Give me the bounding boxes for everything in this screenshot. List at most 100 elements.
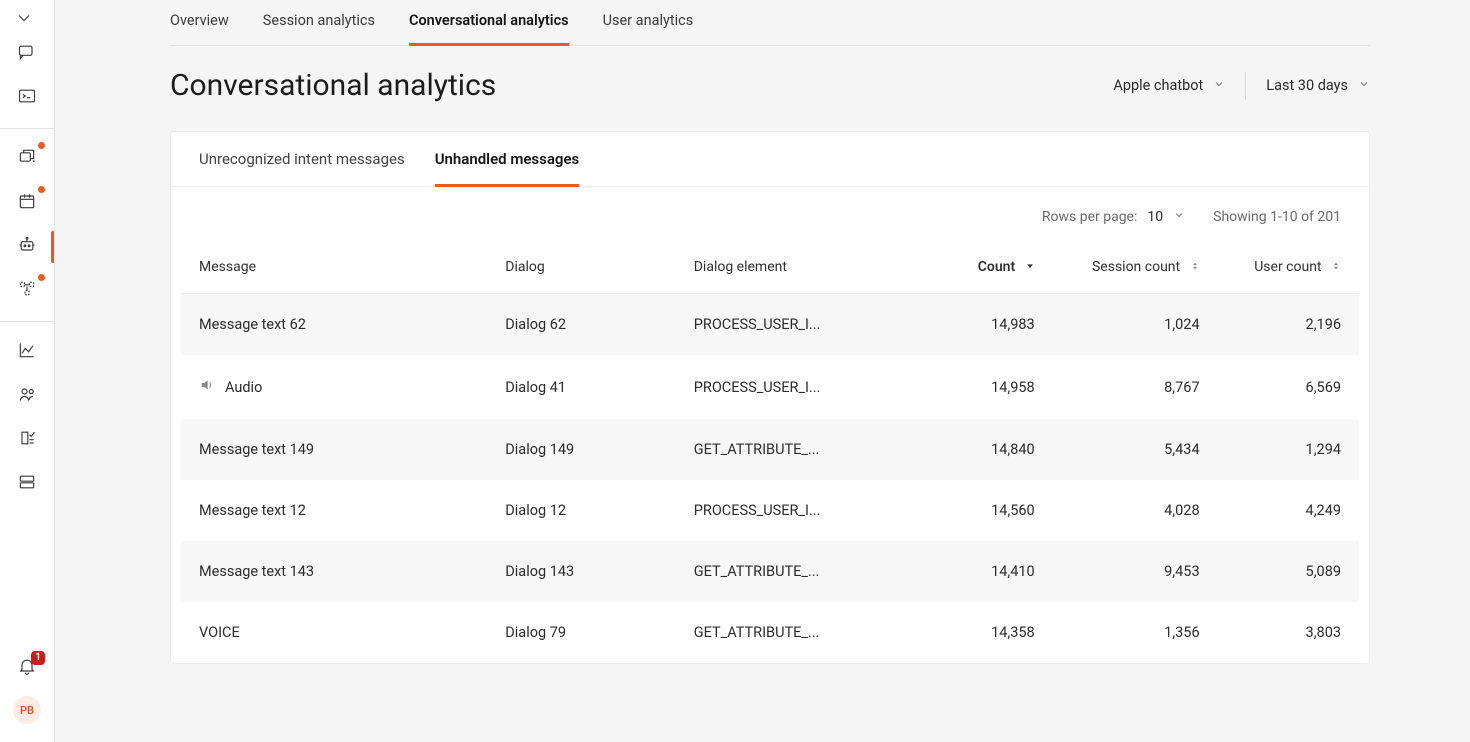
robot-icon — [17, 235, 37, 259]
chevron-down-icon — [1213, 77, 1225, 94]
table-row[interactable]: Message text 143Dialog 143GET_ATTRIBUTE_… — [181, 541, 1359, 602]
col-header-count[interactable]: Count — [911, 241, 1052, 294]
rail-item-team[interactable] — [0, 374, 54, 418]
tab-unrecognized-intent[interactable]: Unrecognized intent messages — [199, 150, 405, 187]
table-row[interactable]: AudioDialog 41PROCESS_USER_I...14,9588,7… — [181, 355, 1359, 419]
avatar-initials: PB — [20, 704, 34, 717]
tab-unhandled-messages[interactable]: Unhandled messages — [435, 150, 580, 187]
tab-user-analytics[interactable]: User analytics — [603, 0, 694, 46]
cell-user-count: 1,294 — [1218, 419, 1359, 480]
cell-dialog-element: GET_ATTRIBUTE_... — [676, 541, 912, 602]
layers-icon — [17, 147, 37, 171]
col-header-count-label: Count — [978, 259, 1015, 275]
table-row[interactable]: Message text 12 Dialog 12PROCESS_USER_I..… — [181, 480, 1359, 541]
sort-desc-icon — [1025, 259, 1035, 275]
nodes-icon — [17, 279, 37, 303]
top-tabs: Overview Session analytics Conversationa… — [170, 0, 1370, 46]
rail-item-bots[interactable] — [0, 225, 54, 269]
date-range-dropdown-label: Last 30 days — [1266, 77, 1348, 94]
audio-icon — [199, 377, 215, 397]
terminal-icon — [17, 86, 37, 110]
cell-message: VOICE — [199, 624, 240, 641]
cell-count: 14,560 — [911, 480, 1052, 541]
rows-per-page-selector[interactable]: Rows per page: 10 — [1042, 209, 1185, 225]
divider-vertical — [1245, 72, 1246, 100]
col-header-message: Message — [181, 241, 487, 294]
sort-both-icon — [1331, 259, 1341, 275]
rail-item-calendar[interactable] — [0, 181, 54, 225]
analytics-card: Unrecognized intent messages Unhandled m… — [170, 131, 1370, 664]
cell-session-count: 4,028 — [1053, 480, 1218, 541]
col-header-dialog: Dialog — [487, 241, 675, 294]
cell-session-count: 5,434 — [1053, 419, 1218, 480]
col-header-dialog-element: Dialog element — [676, 241, 912, 294]
chevron-down-icon — [14, 8, 34, 32]
people-icon — [17, 384, 37, 408]
checklist-icon — [17, 428, 37, 452]
notifications-count: 1 — [31, 651, 45, 665]
update-badge-icon — [38, 142, 45, 149]
tab-session-analytics[interactable]: Session analytics — [263, 0, 375, 46]
cell-count: 14,983 — [911, 294, 1052, 356]
cell-dialog: Dialog 149 — [487, 419, 675, 480]
col-header-session-count[interactable]: Session count — [1053, 241, 1218, 294]
cell-dialog-element: GET_ATTRIBUTE_... — [676, 419, 912, 480]
cell-dialog: Dialog 12 — [487, 480, 675, 541]
table-row[interactable]: VOICEDialog 79GET_ATTRIBUTE_...14,3581,3… — [181, 602, 1359, 663]
chat-icon — [17, 42, 37, 66]
database-icon — [17, 472, 37, 496]
table-row[interactable]: Message text 149Dialog 149GET_ATTRIBUTE_… — [181, 419, 1359, 480]
update-badge-icon — [38, 274, 45, 281]
sort-both-icon — [1190, 259, 1200, 275]
rail-item-flows[interactable] — [0, 137, 54, 181]
project-dropdown[interactable]: Apple chatbot — [1113, 77, 1225, 94]
rail-item-expand[interactable] — [0, 8, 54, 32]
sidebar-rail: 1 PB — [0, 0, 55, 742]
cell-dialog-element: GET_ATTRIBUTE_... — [676, 602, 912, 663]
card-tabs: Unrecognized intent messages Unhandled m… — [171, 132, 1369, 187]
rail-item-transcripts[interactable] — [0, 76, 54, 120]
calendar-icon — [17, 191, 37, 215]
cell-dialog: Dialog 41 — [487, 355, 675, 419]
cell-count: 14,840 — [911, 419, 1052, 480]
cell-message: Message text 62 — [199, 316, 306, 333]
chart-line-icon — [17, 340, 37, 364]
rail-item-messages[interactable] — [0, 32, 54, 76]
project-dropdown-label: Apple chatbot — [1113, 77, 1203, 94]
chevron-down-icon — [1173, 209, 1185, 225]
messages-table: Message Dialog Dialog element Count Sess… — [181, 241, 1359, 663]
notifications-button[interactable]: 1 — [17, 656, 37, 680]
cell-user-count: 5,089 — [1218, 541, 1359, 602]
cell-user-count: 6,569 — [1218, 355, 1359, 419]
page-title: Conversational analytics — [170, 68, 496, 103]
rail-item-analytics[interactable] — [0, 330, 54, 374]
pagination-showing-text: Showing 1-10 of 201 — [1213, 209, 1341, 225]
avatar[interactable]: PB — [13, 696, 41, 724]
cell-session-count: 9,453 — [1053, 541, 1218, 602]
col-header-user-count[interactable]: User count — [1218, 241, 1359, 294]
tab-conversational-analytics[interactable]: Conversational analytics — [409, 0, 569, 46]
tab-overview[interactable]: Overview — [170, 0, 229, 46]
cell-user-count: 3,803 — [1218, 602, 1359, 663]
cell-dialog-element: PROCESS_USER_I... — [676, 294, 912, 356]
rail-item-automations[interactable] — [0, 269, 54, 313]
update-badge-icon — [38, 186, 45, 193]
rail-item-tasks[interactable] — [0, 418, 54, 462]
cell-session-count: 1,356 — [1053, 602, 1218, 663]
cell-count: 14,958 — [911, 355, 1052, 419]
cell-dialog: Dialog 79 — [487, 602, 675, 663]
cell-dialog: Dialog 62 — [487, 294, 675, 356]
rail-divider — [0, 321, 54, 322]
rows-per-page-value: 10 — [1147, 209, 1163, 225]
chevron-down-icon — [1358, 77, 1370, 94]
cell-dialog-element: PROCESS_USER_I... — [676, 480, 912, 541]
date-range-dropdown[interactable]: Last 30 days — [1266, 77, 1370, 94]
cell-message: Message text 12 — [199, 502, 306, 519]
rail-divider — [0, 128, 54, 129]
rail-item-storage[interactable] — [0, 462, 54, 506]
main-content: Overview Session analytics Conversationa… — [55, 0, 1470, 742]
table-row[interactable]: Message text 62 Dialog 62PROCESS_USER_I..… — [181, 294, 1359, 356]
col-header-user-count-label: User count — [1254, 259, 1321, 275]
cell-session-count: 1,024 — [1053, 294, 1218, 356]
cell-message: Message text 143 — [199, 563, 314, 580]
